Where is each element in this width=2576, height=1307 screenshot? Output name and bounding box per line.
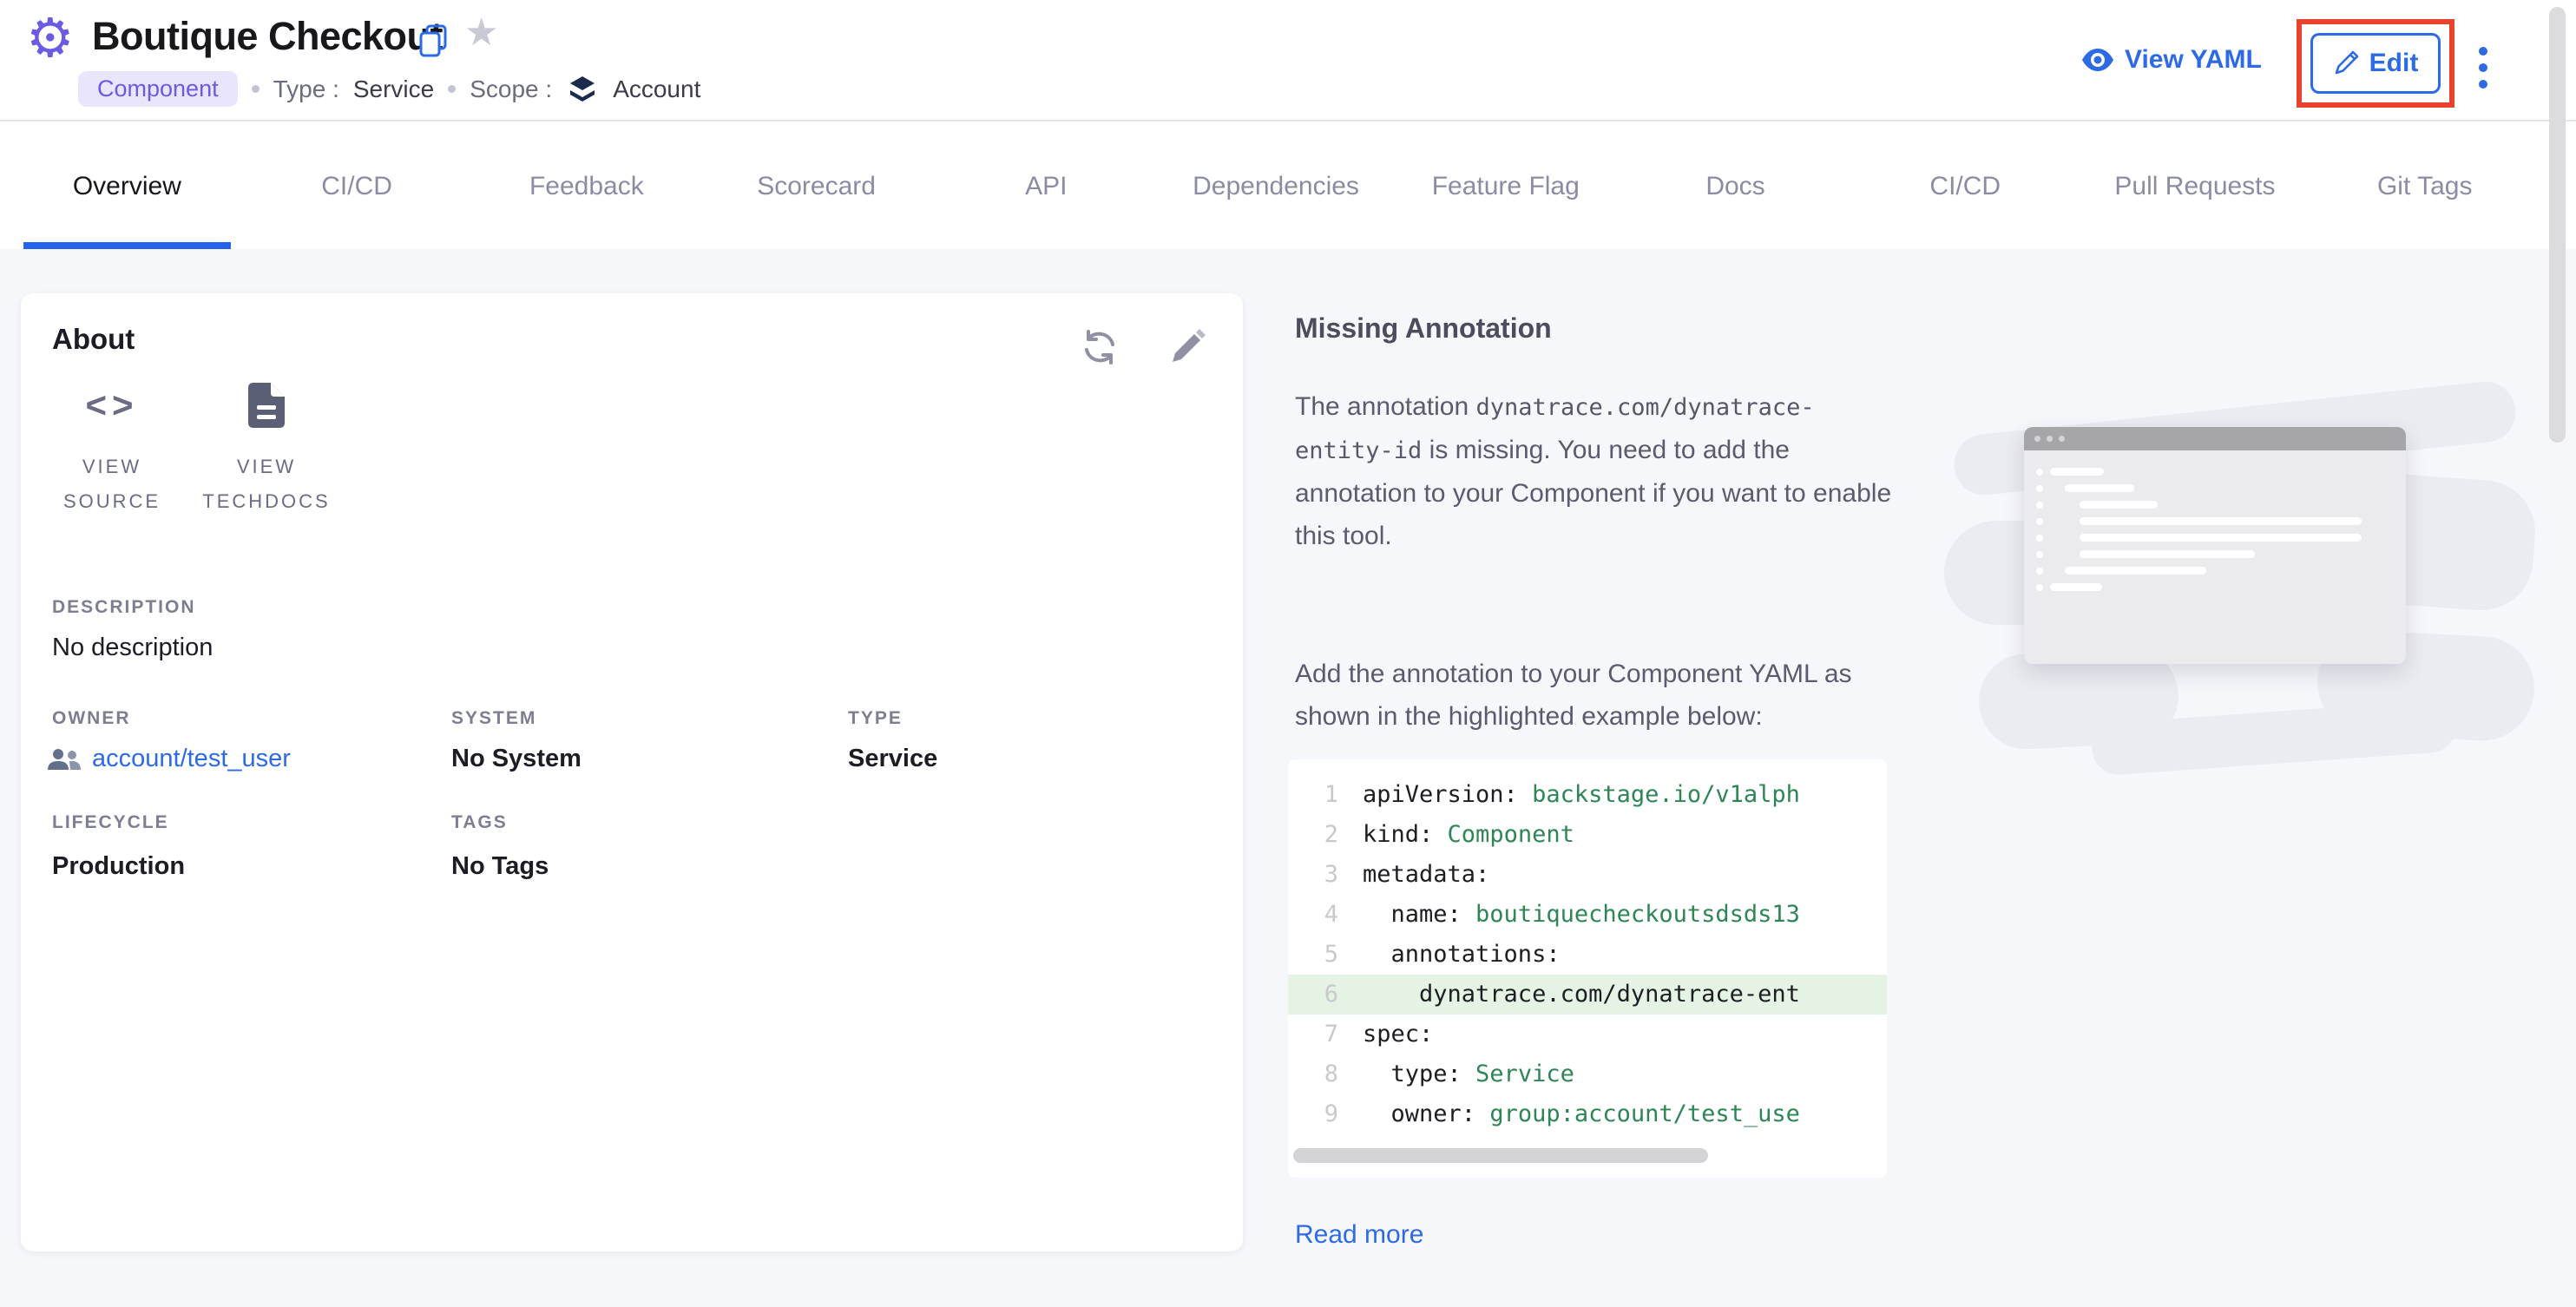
code-line: 8 type: Service bbox=[1288, 1054, 1887, 1094]
tab-overview[interactable]: Overview bbox=[12, 123, 242, 249]
system-label: SYSTEM bbox=[451, 708, 536, 729]
kind-chip: Component bbox=[78, 71, 238, 107]
view-source-label: VIEW SOURCE bbox=[35, 450, 189, 519]
code-line: 7spec: bbox=[1288, 1015, 1887, 1054]
view-source-button[interactable]: <> VIEW SOURCE bbox=[35, 380, 189, 519]
view-yaml-button[interactable]: View YAML bbox=[2081, 45, 2262, 75]
system-value: No System bbox=[451, 745, 582, 773]
code-line: 4 name: boutiquecheckoutsdsds13 bbox=[1288, 895, 1887, 935]
code-icon: <> bbox=[85, 380, 138, 430]
tab-dependencies[interactable]: Dependencies bbox=[1161, 123, 1391, 249]
view-techdocs-label: VIEW TECHDOCS bbox=[189, 450, 344, 519]
type-label: Type : bbox=[273, 76, 339, 103]
view-yaml-label: View YAML bbox=[2125, 45, 2262, 75]
tab-git-tags[interactable]: Git Tags bbox=[2310, 123, 2540, 249]
page-title: Boutique Checkout bbox=[92, 14, 443, 59]
lifecycle-label: LIFECYCLE bbox=[52, 812, 169, 833]
tab-cicd[interactable]: CI/CD bbox=[242, 123, 472, 249]
illustration-window bbox=[2024, 427, 2406, 664]
type-field-label: TYPE bbox=[848, 708, 903, 729]
separator-dot bbox=[448, 85, 456, 93]
tab-cicd-2[interactable]: CI/CD bbox=[1850, 123, 2080, 249]
separator-dot bbox=[252, 85, 260, 93]
owner-label: OWNER bbox=[52, 708, 131, 729]
component-gear-icon: ⚙ bbox=[26, 12, 75, 66]
illustration-titlebar bbox=[2024, 427, 2406, 450]
pencil-icon bbox=[2333, 50, 2359, 76]
missing-annotation-text: The annotation dynatrace.com/dynatrace-e… bbox=[1295, 385, 1908, 557]
read-more-link[interactable]: Read more bbox=[1295, 1220, 1423, 1250]
tags-label: TAGS bbox=[451, 812, 508, 833]
description-label: DESCRIPTION bbox=[52, 597, 196, 618]
type-field-value: Service bbox=[848, 745, 937, 773]
tab-feature-flag[interactable]: Feature Flag bbox=[1390, 123, 1620, 249]
view-techdocs-button[interactable]: VIEW TECHDOCS bbox=[189, 380, 344, 519]
description-value: No description bbox=[52, 634, 213, 662]
edit-highlight-box: Edit bbox=[2297, 19, 2454, 108]
scope-label: Scope : bbox=[470, 76, 552, 103]
refresh-icon[interactable] bbox=[1080, 328, 1120, 366]
code-line: 1apiVersion: backstage.io/v1alph bbox=[1288, 775, 1887, 815]
tab-scorecard[interactable]: Scorecard bbox=[701, 123, 931, 249]
scope-value: Account bbox=[613, 76, 700, 103]
tab-feedback[interactable]: Feedback bbox=[471, 123, 701, 249]
about-heading: About bbox=[52, 323, 135, 356]
owner-link[interactable]: account/test_user bbox=[47, 745, 291, 773]
code-line: 2kind: Component bbox=[1288, 815, 1887, 855]
tab-docs[interactable]: Docs bbox=[1620, 123, 1850, 249]
more-options-kebab-menu[interactable] bbox=[2475, 43, 2491, 92]
tab-pull-requests[interactable]: Pull Requests bbox=[2080, 123, 2310, 249]
annotation-instruction-text: Add the annotation to your Component YAM… bbox=[1295, 653, 1908, 738]
code-line-highlighted: 6 dynatrace.com/dynatrace-ent bbox=[1288, 975, 1887, 1015]
code-line: 5 annotations: bbox=[1288, 935, 1887, 975]
type-value: Service bbox=[353, 76, 434, 103]
eye-icon bbox=[2081, 48, 2114, 72]
edit-about-pencil-icon[interactable] bbox=[1168, 328, 1206, 366]
edit-label: Edit bbox=[2369, 49, 2419, 78]
entity-subtitle: Component Type : Service Scope : Account bbox=[78, 71, 700, 107]
tags-value: No Tags bbox=[451, 852, 549, 881]
account-scope-icon bbox=[568, 75, 597, 104]
about-card: About <> VIEW SOURCE bbox=[21, 293, 1243, 1251]
group-icon bbox=[47, 747, 82, 772]
entity-tab-bar: Overview CI/CD Feedback Scorecard API De… bbox=[0, 123, 2552, 249]
code-line: 3metadata: bbox=[1288, 855, 1887, 895]
tab-api[interactable]: API bbox=[931, 123, 1161, 249]
code-line: 9 owner: group:account/test_use bbox=[1288, 1094, 1887, 1134]
missing-annotation-heading: Missing Annotation bbox=[1295, 312, 1552, 345]
code-window-illustration bbox=[1944, 373, 2534, 755]
document-icon bbox=[248, 380, 285, 430]
page-vertical-scrollbar[interactable] bbox=[2549, 7, 2566, 443]
yaml-code-block: 1apiVersion: backstage.io/v1alph 2kind: … bbox=[1288, 759, 1887, 1178]
lifecycle-value: Production bbox=[52, 852, 185, 881]
entity-header: ⚙ Boutique Checkout ★ Component Type : S… bbox=[0, 0, 2576, 122]
favorite-star-icon[interactable]: ★ bbox=[464, 10, 498, 55]
code-horizontal-scrollbar[interactable] bbox=[1293, 1148, 1708, 1163]
copy-icon[interactable] bbox=[418, 24, 448, 57]
edit-button[interactable]: Edit bbox=[2310, 33, 2441, 94]
